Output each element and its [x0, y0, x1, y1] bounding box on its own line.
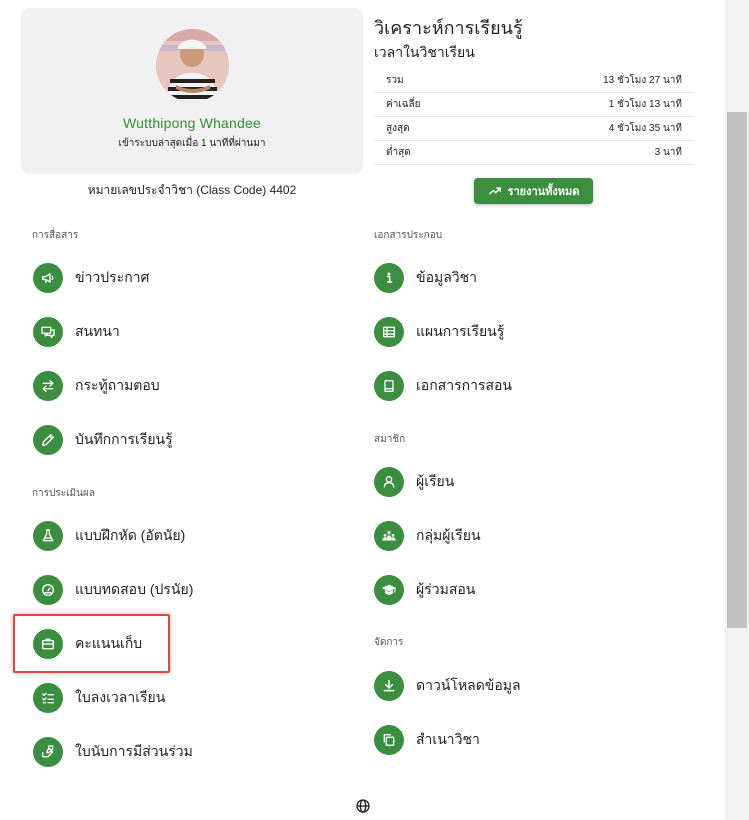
globe-icon[interactable] — [355, 798, 371, 814]
table-icon — [374, 317, 404, 347]
menu-label: ข้อมูลวิชา — [416, 269, 478, 285]
gauge-icon — [33, 575, 63, 605]
menu-item-journal[interactable]: บันทึกการเรียนรู้ — [33, 423, 173, 457]
section-documents: เอกสารประกอบ — [374, 230, 443, 241]
stats-table: รวม 13 ชั่วโมง 27 นาที ค่าเฉลี่ย 1 ชั่วโ… — [374, 69, 694, 165]
stat-row-max: สูงสุด 4 ชั่วโมง 35 นาที — [374, 117, 694, 141]
pencil-icon — [33, 425, 63, 455]
section-assessment: การประเมินผล — [32, 488, 95, 499]
menu-label: เอกสารการสอน — [416, 377, 512, 393]
menu-label: ข่าวประกาศ — [75, 269, 150, 285]
download-icon — [374, 671, 404, 701]
report-all-label: รายงานทั้งหมด — [507, 186, 580, 198]
stat-row-average: ค่าเฉลี่ย 1 ชั่วโมง 13 นาที — [374, 93, 694, 117]
scrollbar-thumb[interactable] — [727, 112, 747, 628]
trending-up-icon — [488, 187, 501, 195]
hand-icon — [33, 737, 63, 767]
menu-item-exercise[interactable]: แบบฝึกหัด (อัตนัย) — [33, 519, 185, 553]
menu-item-plan[interactable]: แผนการเรียนรู้ — [374, 315, 504, 349]
stat-value: 4 ชั่วโมง 35 นาที — [608, 123, 682, 134]
chat-icon — [33, 317, 63, 347]
menu-item-attendance[interactable]: ใบลงเวลาเรียน — [33, 681, 165, 715]
menu-item-qa[interactable]: กระทู้ถามตอบ — [33, 369, 160, 403]
menu-item-download[interactable]: ดาวน์โหลดข้อมูล — [374, 669, 521, 703]
profile-card: Wutthipong Whandee เข้าระบบล่าสุดเมื่อ 1… — [21, 8, 363, 174]
menu-label: กระทู้ถามตอบ — [75, 377, 160, 393]
section-manage: จัดการ — [374, 637, 404, 648]
menu-label: ใบลงเวลาเรียน — [75, 689, 166, 705]
menu-label: สนทนา — [75, 323, 120, 339]
stat-label: สูงสุด — [386, 123, 410, 134]
profile-name: Wutthipong Whandee — [123, 115, 261, 131]
stat-value: 1 ชั่วโมง 13 นาที — [608, 99, 682, 110]
stat-value: 13 ชั่วโมง 27 นาที — [603, 75, 682, 86]
selection-highlight — [13, 614, 170, 673]
info-icon — [374, 263, 404, 293]
person-icon — [374, 467, 404, 497]
stat-row-total: รวม 13 ชั่วโมง 27 นาที — [374, 69, 694, 93]
book-icon — [374, 371, 404, 401]
section-communication: การสื่อสาร — [32, 230, 79, 241]
stat-row-min: ต่ำสุด 3 นาที — [374, 141, 694, 165]
menu-label: แบบทดสอบ (ปรนัย) — [75, 581, 194, 597]
section-members: สมาชิก — [374, 434, 406, 445]
analytics-subtitle: เวลาในวิชาเรียน — [374, 44, 475, 60]
menu-label: บันทึกการเรียนรู้ — [75, 431, 173, 447]
menu-item-chat[interactable]: สนทนา — [33, 315, 120, 349]
menu-item-groups[interactable]: กลุ่มผู้เรียน — [374, 519, 481, 553]
class-code: หมายเลขประจำวิชา (Class Code) 4402 — [87, 183, 297, 197]
menu-item-co-teachers[interactable]: ผู้ร่วมสอน — [374, 573, 475, 607]
menu-item-participation[interactable]: ใบนับการมีส่วนร่วม — [33, 735, 193, 769]
group-icon — [374, 521, 404, 551]
menu-item-test[interactable]: แบบทดสอบ (ปรนัย) — [33, 573, 193, 607]
checklist-icon — [33, 683, 63, 713]
menu-label: ดาวน์โหลดข้อมูล — [416, 677, 521, 693]
copy-icon — [374, 725, 404, 755]
menu-item-news[interactable]: ข่าวประกาศ — [33, 261, 149, 295]
menu-item-course-info[interactable]: ข้อมูลวิชา — [374, 261, 477, 295]
flask-icon — [33, 521, 63, 551]
stat-label: ต่ำสุด — [386, 147, 411, 158]
menu-item-copy[interactable]: สำเนาวิชา — [374, 723, 480, 757]
menu-item-students[interactable]: ผู้เรียน — [374, 465, 454, 499]
menu-label: ผู้ร่วมสอน — [416, 581, 476, 597]
megaphone-icon — [33, 263, 63, 293]
menu-label: กลุ่มผู้เรียน — [416, 527, 481, 543]
last-login-text: เข้าระบบล่าสุดเมื่อ 1 นาทีที่ผ่านมา — [118, 138, 266, 149]
stat-label: ค่าเฉลี่ย — [386, 99, 421, 110]
menu-label: ใบนับการมีส่วนร่วม — [75, 743, 193, 759]
stat-label: รวม — [386, 75, 404, 86]
analytics-title: วิเคราะห์การเรียนรู้ — [374, 18, 523, 38]
menu-item-teaching-docs[interactable]: เอกสารการสอน — [374, 369, 512, 403]
menu-label: ผู้เรียน — [416, 473, 455, 489]
avatar[interactable] — [156, 29, 229, 102]
report-all-button[interactable]: รายงานทั้งหมด — [474, 178, 593, 204]
menu-label: สำเนาวิชา — [416, 731, 480, 747]
menu-label: แผนการเรียนรู้ — [416, 323, 505, 339]
swap-icon — [33, 371, 63, 401]
graduation-cap-icon — [374, 575, 404, 605]
stat-value: 3 นาที — [654, 147, 682, 158]
menu-label: แบบฝึกหัด (อัตนัย) — [75, 527, 186, 543]
